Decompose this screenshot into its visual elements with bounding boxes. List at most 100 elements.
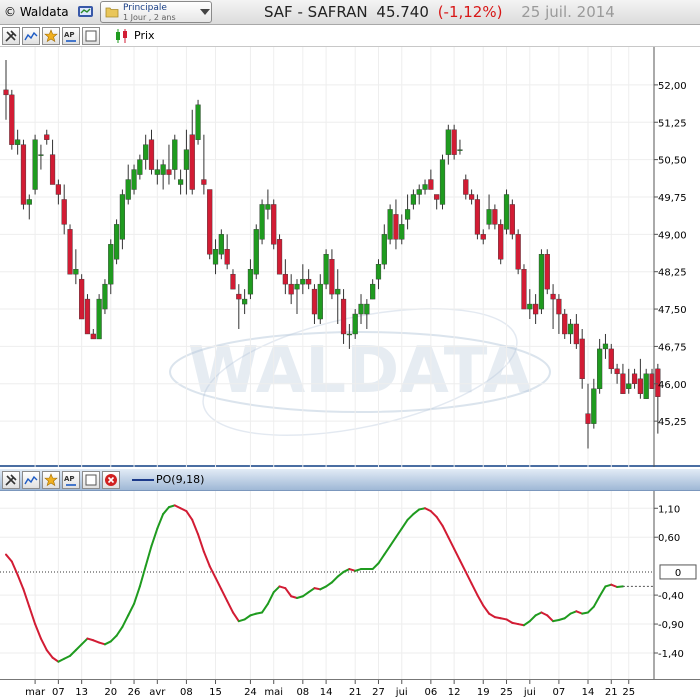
candle-body [271,204,277,245]
candle [381,224,387,270]
osc-segment [470,582,479,597]
tools-button[interactable] [2,27,20,45]
candle-body [311,288,318,315]
layout-icon[interactable] [76,3,96,21]
folder-icon [105,7,119,18]
osc-line-chart-button[interactable] [22,471,40,489]
candle-body [480,234,486,240]
osc-segment [45,649,54,659]
osc-blank-square-button[interactable] [82,471,100,489]
candle-body [358,303,364,315]
candle-body [55,184,61,195]
app-name: © Waldata [4,5,69,19]
candle [90,328,96,340]
candle-body [172,139,178,170]
price-tick-label: 48,25 [658,268,687,279]
osc-segment [616,585,624,588]
candle-body [492,209,498,225]
price-panel: WALDATA 52,00 51,25 50,50 49,75 49,00 48,25 47… [0,47,700,467]
line-chart-button[interactable] [22,27,40,45]
blank-square-button[interactable] [82,27,100,45]
osc-segment [22,588,31,608]
date-tick-label: 19 [477,687,490,698]
candle [300,264,306,295]
current-value-label: 0 [675,568,681,579]
candle-body [61,199,67,225]
candle [370,279,376,300]
candle [375,259,382,290]
osc-segment [435,515,444,527]
candle [84,294,91,335]
candle-body [533,303,539,315]
candle [183,129,190,195]
osc-segment [546,614,555,623]
candle [428,169,434,190]
candle [631,368,638,389]
candle [515,229,521,275]
osc-segment [138,565,147,588]
osc-segment [80,637,89,646]
candle-body [340,298,347,335]
candle-body [79,278,85,320]
candle [364,299,370,329]
candle-body [224,249,230,265]
osc-segment [115,625,124,637]
candle [108,239,114,295]
osc-tick-label: -1,40 [658,649,684,660]
candlestick-icon [116,29,127,43]
candle-body [567,323,574,335]
candle [335,269,341,325]
date-tick-label: 13 [75,687,88,698]
candle-body [38,154,44,156]
date-tick-label: jui [523,687,536,698]
osc-text-annotation-button[interactable]: AP [62,471,80,489]
osc-segment [10,560,19,576]
price-tick-label: 51,25 [658,118,687,129]
candle-body [44,134,50,140]
layout-select[interactable]: Principale 1 Jour , 2 ans [100,1,212,23]
date-tick-label: 15 [209,687,222,698]
candle-body [148,139,155,170]
candle [26,194,32,220]
candle [55,179,61,205]
osc-segment [266,591,275,605]
date-tick-label: 24 [244,687,257,698]
price-tick-label: 47,50 [658,305,687,316]
text-annotation-icon: AP [64,475,76,486]
candle [166,144,172,185]
indicator-line-icon [132,479,154,481]
osc-segment [505,618,514,624]
osc-segment [243,614,252,621]
oscillator-legend: PO(9,18) [156,473,205,486]
candle [137,154,143,180]
osc-star-tools-button[interactable] [42,471,60,489]
price-tick-label: 46,75 [658,342,687,353]
osc-segment [447,536,456,550]
osc-tools-button[interactable] [2,471,20,489]
candle-body [573,323,579,345]
candle [451,124,457,160]
title-bar: © Waldata Principale 1 Jour , 2 ans SAF … [0,0,700,25]
candle [224,234,230,270]
candle-body [434,194,440,200]
candle-body [527,303,533,310]
star-tools-button[interactable] [42,27,60,45]
chevron-down-icon[interactable] [200,9,210,15]
candle [480,229,486,245]
candle [259,199,265,245]
candle [172,134,178,180]
candle [562,309,568,339]
candle-body [626,383,632,389]
close-indicator-button[interactable] [102,471,120,489]
candle-body [177,179,184,185]
candle [498,219,504,265]
candle-body [335,288,341,295]
date-tick-label: 21 [605,687,618,698]
text-annotation-button[interactable]: AP [62,27,80,45]
blank-square-icon [85,474,97,486]
oscillator-toolbar: AP PO(9,18) [0,469,700,491]
candle [637,358,643,399]
candle-body [591,388,597,424]
candle [125,164,131,205]
candle [463,174,469,200]
